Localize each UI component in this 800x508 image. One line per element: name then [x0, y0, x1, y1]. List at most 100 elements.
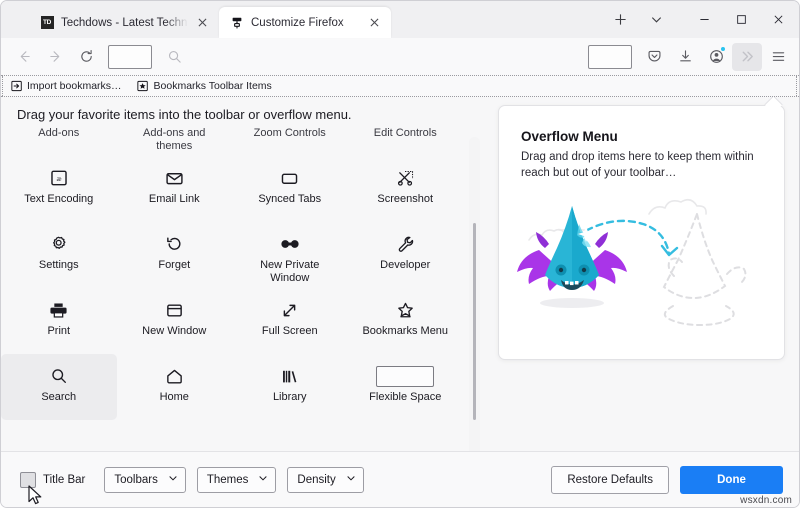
palette-item-clipped[interactable]: Zoom Controls: [232, 128, 348, 156]
palette-item-home[interactable]: Home: [117, 354, 233, 420]
palette-item-email-link[interactable]: Email Link: [117, 156, 233, 222]
forget-history-icon: [165, 231, 184, 257]
palette-item-forget[interactable]: Forget: [117, 222, 233, 288]
pocket-icon[interactable]: [639, 43, 669, 71]
dropdown-label: Density: [297, 473, 336, 486]
window-controls: [686, 1, 797, 38]
tab-customize-firefox[interactable]: Customize Firefox: [219, 7, 391, 38]
account-icon[interactable]: [701, 43, 731, 71]
palette-item-label: Developer: [380, 259, 431, 271]
customize-headline: Drag your favorite items into the toolba…: [17, 107, 352, 122]
palette-item-settings[interactable]: Settings: [1, 222, 117, 288]
palette-item-synced-tabs[interactable]: Synced Tabs: [232, 156, 348, 222]
bookmark-label: Bookmarks Toolbar Items: [153, 80, 272, 92]
bookmark-toolbar-items[interactable]: Bookmarks Toolbar Items: [135, 79, 274, 94]
downloads-icon[interactable]: [670, 43, 700, 71]
flexible-space-rect: [376, 363, 435, 389]
toolbars-dropdown[interactable]: Toolbars: [104, 466, 186, 493]
customize-footer: Title Bar Toolbars Themes Density Restor…: [1, 451, 799, 507]
palette-item-flexible-space[interactable]: Flexible Space: [348, 354, 464, 420]
close-icon[interactable]: [195, 15, 210, 30]
email-link-icon: [165, 165, 184, 191]
palette-item-label: Flexible Space: [369, 391, 442, 403]
watermark: wsxdn.com: [740, 495, 792, 506]
bookmark-import-bookmarks[interactable]: Import bookmarks…: [8, 79, 124, 94]
maximize-icon[interactable]: [723, 1, 760, 38]
synced-tabs-icon: [280, 165, 299, 191]
palette-item-text-encoding[interactable]: æ Text Encoding: [1, 156, 117, 222]
palette-item-clipped[interactable]: Add‑ons: [1, 128, 117, 156]
overflow-menu-panel: Overflow Menu Drag and drop items here t…: [498, 105, 785, 360]
customize-palette-grid: Add‑ons Add‑ons and themes Zoom Controls …: [1, 128, 463, 420]
bookmarks-toolbar: Import bookmarks… Bookmarks Toolbar Item…: [1, 75, 799, 97]
palette-scrollbar-thumb[interactable]: [473, 223, 476, 420]
overflow-panel-title: Overflow Menu: [521, 129, 618, 144]
firefox-creature-drag-illustration: [517, 198, 747, 327]
done-button[interactable]: Done: [680, 465, 783, 494]
tab-strip-controls: [602, 1, 799, 38]
palette-item-label: Screenshot: [377, 193, 434, 205]
palette-item-clipped[interactable]: Edit Controls: [348, 128, 464, 156]
close-icon[interactable]: [367, 15, 382, 30]
hamburger-menu-icon[interactable]: [763, 43, 793, 71]
bookmarks-menu-star-icon: [396, 297, 415, 323]
palette-item-clipped[interactable]: Add‑ons and themes: [117, 128, 233, 156]
density-dropdown[interactable]: Density: [287, 466, 364, 493]
palette-item-search[interactable]: Search: [1, 354, 117, 420]
home-icon: [165, 363, 184, 389]
print-icon: [49, 297, 68, 323]
palette-item-new-private-window[interactable]: New Private Window: [232, 222, 348, 288]
palette-item-print[interactable]: Print: [1, 288, 117, 354]
chevron-down-icon[interactable]: [638, 4, 674, 35]
paint-roller-icon: [230, 16, 244, 30]
bookmarks-toolbar-items-icon: [137, 80, 150, 93]
account-notification-badge: [720, 45, 726, 52]
chevron-down-icon: [168, 473, 178, 486]
palette-item-label: Settings: [38, 259, 79, 271]
palette-item-full-screen[interactable]: Full Screen: [232, 288, 348, 354]
dropdown-label: Themes: [206, 473, 249, 486]
footer-actions: Restore Defaults Done: [551, 465, 783, 494]
themes-dropdown[interactable]: Themes: [196, 466, 277, 493]
flexible-space-placeholder[interactable]: [108, 44, 152, 69]
tab-techdows[interactable]: TD Techdows - Latest Technology N: [29, 7, 219, 38]
customize-content: Drag your favorite items into the toolba…: [1, 97, 799, 471]
palette-item-screenshot[interactable]: Screenshot: [348, 156, 464, 222]
palette-item-label: Full Screen: [261, 325, 318, 337]
full-screen-icon: [280, 297, 299, 323]
palette-item-library[interactable]: Library: [232, 354, 348, 420]
back-arrow-icon[interactable]: [9, 43, 39, 71]
close-icon[interactable]: [760, 1, 797, 38]
minimize-icon[interactable]: [686, 1, 723, 38]
palette-item-label: Bookmarks Menu: [362, 325, 449, 337]
import-bookmarks-icon: [10, 80, 23, 93]
palette-item-label: Library: [272, 391, 307, 403]
palette-item-label: Search: [41, 391, 77, 403]
search-icon: [50, 363, 68, 389]
dropdown-label: Toolbars: [114, 473, 158, 486]
chevron-down-icon: [258, 473, 268, 486]
palette-item-new-window[interactable]: New Window: [117, 288, 233, 354]
toolbar-right-group: [582, 42, 793, 71]
palette-item-label: Home: [159, 391, 189, 403]
reload-icon[interactable]: [71, 43, 101, 71]
developer-wrench-icon: [396, 231, 415, 257]
private-window-mask-icon: [279, 231, 301, 257]
text-encoding-icon: æ: [50, 165, 68, 191]
flexible-space-placeholder[interactable]: [588, 44, 632, 69]
overflow-icon[interactable]: [732, 42, 762, 71]
restore-defaults-button[interactable]: Restore Defaults: [551, 465, 669, 494]
plus-icon[interactable]: [602, 4, 638, 35]
forward-arrow-icon[interactable]: [40, 43, 70, 71]
chevron-down-icon: [346, 473, 356, 486]
palette-item-developer[interactable]: Developer: [348, 222, 464, 288]
palette-item-bookmarks-menu[interactable]: Bookmarks Menu: [348, 288, 464, 354]
overflow-panel-description: Drag and drop items here to keep them wi…: [521, 151, 754, 179]
tab-title: Techdows - Latest Technology N: [61, 16, 188, 29]
navigation-toolbar: [1, 38, 799, 75]
search-icon[interactable]: [159, 43, 189, 71]
customize-palette-scroll-area: Add‑ons Add‑ons and themes Zoom Controls …: [1, 128, 481, 471]
palette-item-label: New Window: [142, 325, 207, 337]
palette-item-label: Synced Tabs: [258, 193, 322, 205]
tab-strip: TD Techdows - Latest Technology N Custom…: [1, 1, 799, 38]
